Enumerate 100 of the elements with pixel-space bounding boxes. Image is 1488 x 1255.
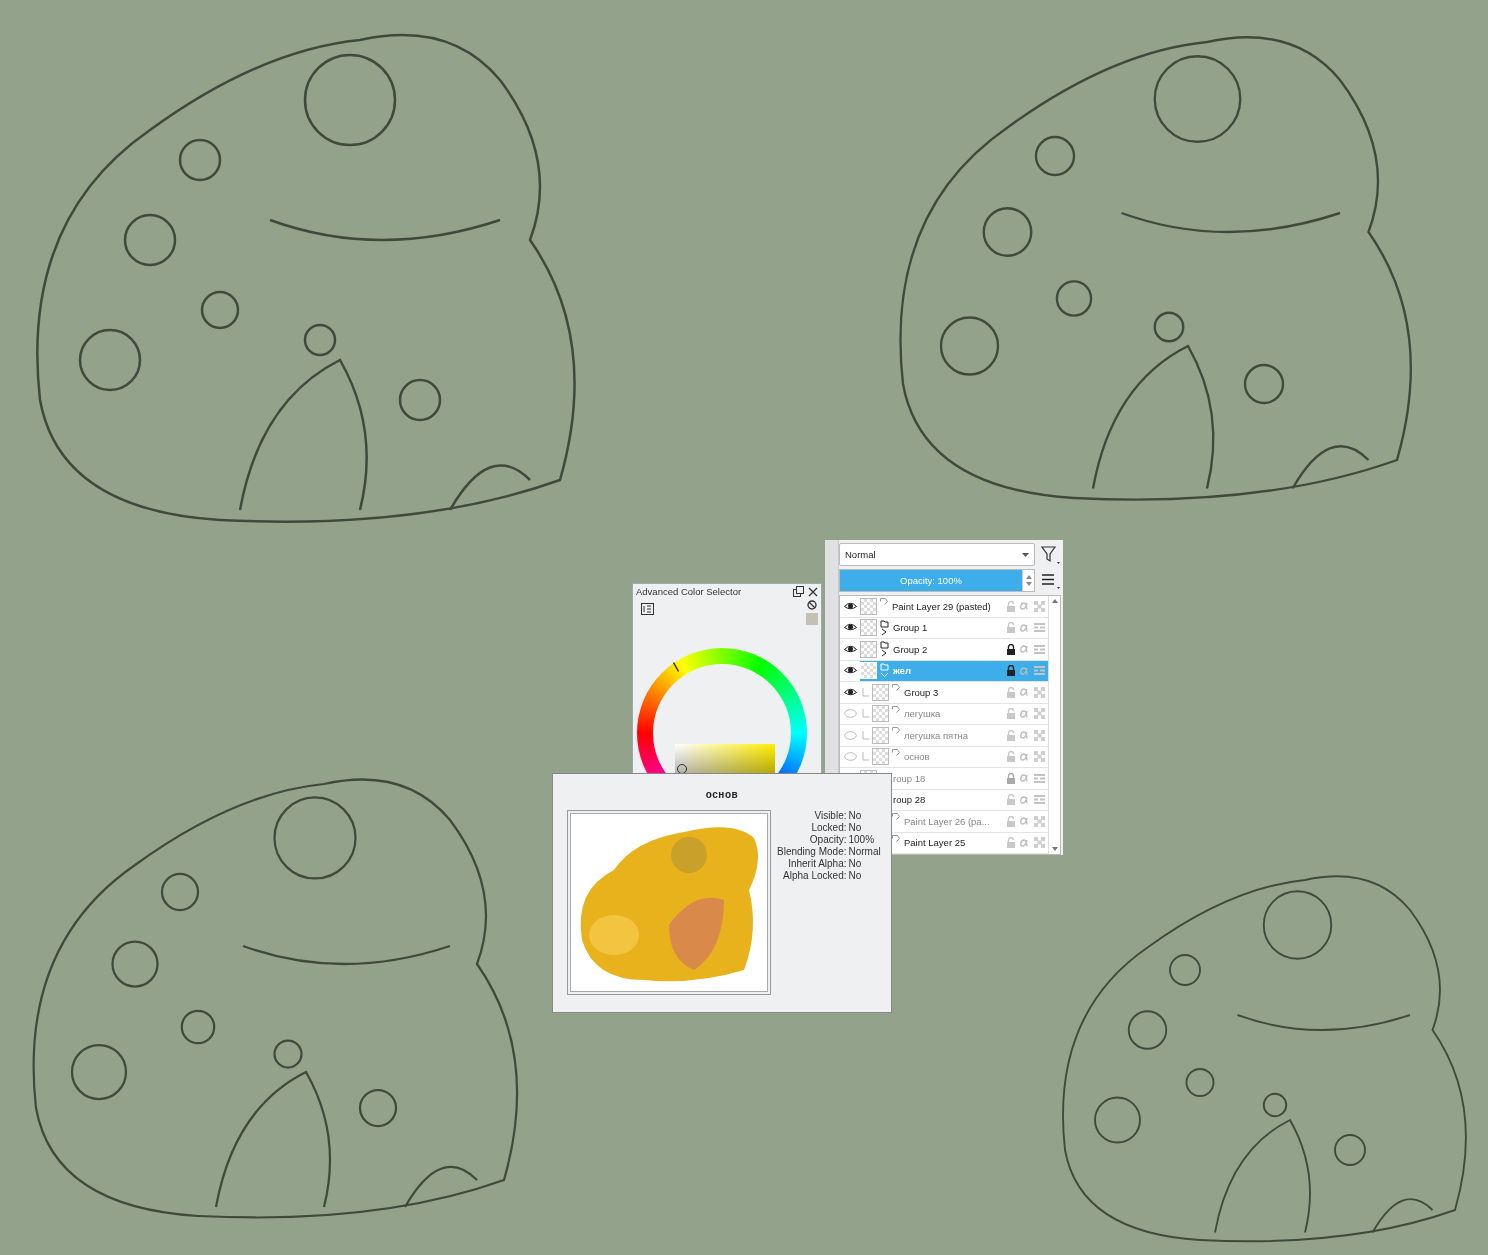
layer-thumbnail <box>872 683 889 701</box>
layer-row[interactable]: основ <box>860 746 1048 767</box>
pass-through-icon[interactable] <box>1034 666 1045 676</box>
alpha-lock-icon[interactable] <box>1020 731 1030 740</box>
eye-icon[interactable] <box>843 666 857 676</box>
alpha-lock-icon[interactable] <box>1020 774 1030 783</box>
layer-name: Paint Layer 25 <box>903 837 967 849</box>
alpha-lock-icon[interactable] <box>1020 795 1030 804</box>
pass-through-icon[interactable] <box>1034 623 1045 633</box>
property-value: No <box>848 870 863 881</box>
eye-icon[interactable] <box>843 623 857 633</box>
spin-down-icon[interactable] <box>1025 582 1032 586</box>
brush-icon <box>892 727 900 734</box>
menu-icon[interactable] <box>1039 571 1061 590</box>
layer-thumbnail <box>872 748 889 766</box>
pass-through-icon[interactable] <box>1034 644 1045 654</box>
layer-name: легушка пятна <box>903 729 970 741</box>
layer-thumbnail <box>860 640 877 658</box>
brush-icon <box>880 598 888 605</box>
color-swatch[interactable] <box>806 613 818 625</box>
inherit-alpha-icon[interactable] <box>1034 815 1045 827</box>
child-indent-icon <box>862 687 869 697</box>
unlock-icon[interactable] <box>1006 815 1016 827</box>
pass-through-icon[interactable] <box>1034 773 1045 783</box>
layer-row[interactable]: Paint Layer 29 (pasted) <box>860 596 1048 617</box>
child-indent-icon <box>862 730 869 740</box>
spin-up-icon[interactable] <box>1025 575 1032 579</box>
unlock-icon[interactable] <box>1006 751 1016 763</box>
layer-name: Group 3 <box>903 686 940 698</box>
brush-icon <box>892 748 900 756</box>
settings-list-icon[interactable] <box>641 603 654 615</box>
brush-icon <box>892 684 900 691</box>
hidden-eye-icon[interactable] <box>843 752 857 762</box>
brush-icon <box>892 705 900 713</box>
inherit-alpha-icon[interactable] <box>1034 708 1045 720</box>
folder-collapsed-icon[interactable] <box>880 619 889 636</box>
layer-name: Paint Layer 29 (pasted) <box>891 600 992 612</box>
alpha-lock-icon[interactable] <box>1020 666 1030 675</box>
layer-name: Paint Layer 26 (pa... <box>903 815 991 827</box>
property-value: 100% <box>848 834 876 845</box>
unlock-icon[interactable] <box>1006 708 1016 720</box>
layer-row[interactable]: легушка <box>860 703 1048 724</box>
alpha-lock-icon[interactable] <box>1020 645 1030 654</box>
panel-title: Advanced Color Selector <box>636 586 743 597</box>
unlock-icon[interactable] <box>1006 794 1016 806</box>
property-label: Locked: <box>810 822 847 833</box>
layer-name: roup 18 <box>892 772 927 784</box>
caret-icon <box>1022 552 1029 557</box>
eye-icon[interactable] <box>843 687 857 697</box>
no-color-icon[interactable] <box>807 600 817 610</box>
property-value: No <box>848 858 863 869</box>
alpha-lock-icon[interactable] <box>1020 838 1030 847</box>
property-label: Blending Mode: <box>777 846 847 857</box>
brush-icon <box>892 834 900 842</box>
child-indent-icon <box>862 752 869 762</box>
property-label: Visible: <box>813 810 847 821</box>
inherit-alpha-icon[interactable] <box>1034 600 1045 612</box>
layer-name: Group 1 <box>892 622 929 634</box>
alpha-lock-icon[interactable] <box>1020 688 1030 697</box>
tooltip-title: основ <box>705 789 739 800</box>
scroll-up-icon[interactable] <box>1051 599 1058 603</box>
inherit-alpha-icon[interactable] <box>1034 751 1045 763</box>
inherit-alpha-icon[interactable] <box>1034 729 1045 741</box>
unlock-icon[interactable] <box>1006 729 1016 741</box>
inherit-alpha-icon[interactable] <box>1034 837 1045 849</box>
lock-icon[interactable] <box>1006 665 1016 677</box>
folder-collapsed-icon[interactable] <box>880 641 889 658</box>
layer-thumbnail <box>860 662 877 680</box>
hue-marker[interactable] <box>673 662 679 672</box>
scroll-down-icon[interactable] <box>1051 847 1058 851</box>
layer-row[interactable]: Group 2 <box>860 639 1048 660</box>
property-value: Normal <box>848 846 881 857</box>
unlock-icon[interactable] <box>1006 600 1016 612</box>
unlock-icon[interactable] <box>1006 837 1016 849</box>
eye-icon[interactable] <box>843 644 857 654</box>
child-indent-icon <box>862 709 869 719</box>
alpha-lock-icon[interactable] <box>1020 752 1030 761</box>
blend-mode-dropdown[interactable]: Normal <box>839 543 1035 566</box>
inherit-alpha-icon[interactable] <box>1034 686 1045 698</box>
layer-thumbnail <box>860 619 877 637</box>
layer-row[interactable]: легушка пятна <box>860 725 1048 746</box>
hidden-eye-icon[interactable] <box>843 730 857 740</box>
eye-icon[interactable] <box>843 601 857 611</box>
alpha-lock-icon[interactable] <box>1020 623 1030 632</box>
unlock-icon[interactable] <box>1006 622 1016 634</box>
lock-icon[interactable] <box>1006 643 1016 655</box>
property-label: Inherit Alpha: <box>787 858 847 869</box>
filter-icon[interactable] <box>1039 544 1061 565</box>
alpha-lock-icon[interactable] <box>1020 602 1030 611</box>
layer-row[interactable]: Group 3 <box>860 682 1048 703</box>
layer-name: roup 28 <box>892 794 927 806</box>
alpha-lock-icon[interactable] <box>1020 709 1030 718</box>
float-icon[interactable] <box>793 586 804 597</box>
pass-through-icon[interactable] <box>1034 795 1045 805</box>
hidden-eye-icon[interactable] <box>843 709 857 719</box>
unlock-icon[interactable] <box>1006 686 1016 698</box>
alpha-lock-icon[interactable] <box>1020 817 1030 826</box>
layer-row[interactable]: Group 1 <box>860 617 1048 638</box>
close-icon[interactable] <box>808 586 818 597</box>
property-value: No <box>848 810 863 821</box>
